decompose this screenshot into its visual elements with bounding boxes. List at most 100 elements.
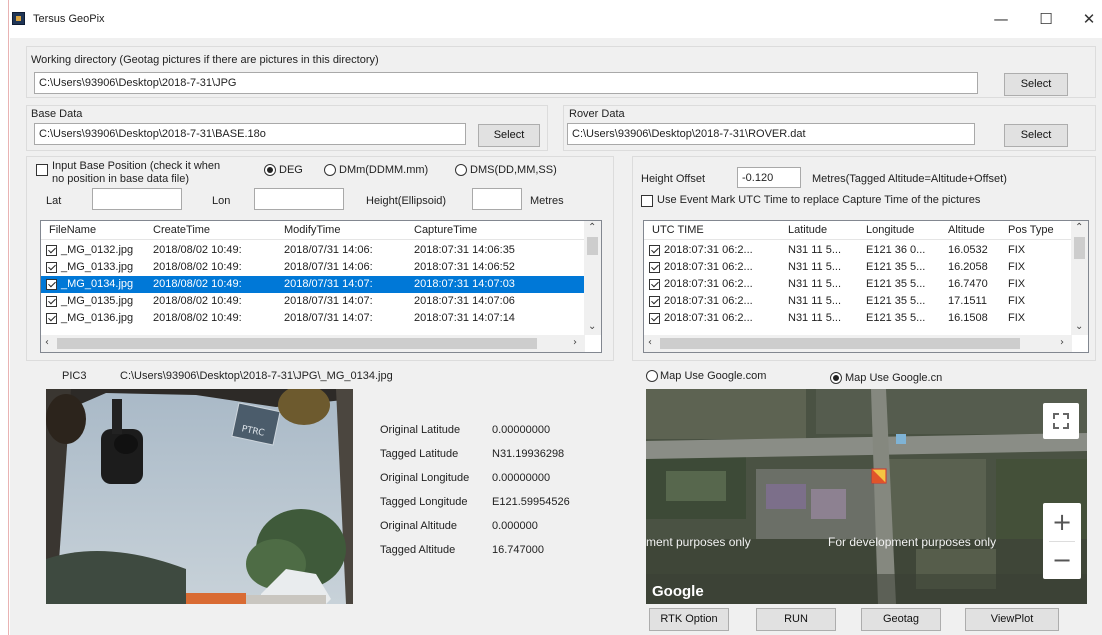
row-checkbox[interactable] (649, 296, 660, 307)
col-latitude[interactable]: Latitude (788, 224, 827, 236)
row-checkbox[interactable] (46, 313, 57, 324)
lat-field[interactable] (92, 188, 182, 210)
geotag-button[interactable]: Geotag (861, 608, 941, 631)
rover-row[interactable]: 2018:07:31 06:2... N31 11 5... E121 35 5… (644, 293, 1088, 310)
rover-data-select-button[interactable]: Select (1004, 124, 1068, 147)
lon-label: Lon (212, 195, 231, 207)
rover-list-hscrollbar[interactable]: ‹ › (644, 335, 1072, 352)
col-longitude[interactable]: Longitude (866, 224, 914, 236)
utc-time: 2018:07:31 06:2... (664, 295, 753, 307)
scroll-right-arrow-icon[interactable]: › (1060, 337, 1064, 348)
working-directory-label: Working directory (Geotag pictures if th… (31, 54, 379, 66)
file-row-selected[interactable]: _MG_0134.jpg 2018/08/02 10:49: 2018/07/3… (41, 276, 585, 293)
longitude: E121 35 5... (866, 295, 926, 307)
row-checkbox[interactable] (649, 245, 660, 256)
row-checkbox[interactable] (649, 313, 660, 324)
original-latitude-value: 0.00000000 (492, 424, 551, 436)
height-offset-note: Metres(Tagged Altitude=Altitude+Offset) (812, 173, 1007, 185)
run-button[interactable]: RUN (756, 608, 836, 631)
scroll-thumb[interactable] (57, 338, 537, 349)
row-checkbox[interactable] (46, 279, 57, 290)
scroll-down-arrow-icon[interactable]: ⌄ (588, 321, 596, 332)
scroll-left-arrow-icon[interactable]: ‹ (45, 337, 49, 348)
title-bar (9, 0, 1102, 38)
format-dmm-radio[interactable] (324, 164, 336, 176)
scroll-up-arrow-icon[interactable]: ⌃ (588, 222, 596, 233)
scroll-thumb[interactable] (587, 237, 598, 255)
scroll-right-arrow-icon[interactable]: › (573, 337, 577, 348)
col-capturetime[interactable]: CaptureTime (414, 224, 477, 236)
file-row[interactable]: _MG_0133.jpg 2018/08/02 10:49: 2018/07/3… (41, 259, 601, 276)
event-mark-checkbox[interactable] (641, 195, 653, 207)
format-deg-radio[interactable] (264, 164, 276, 176)
scroll-up-arrow-icon[interactable]: ⌃ (1075, 222, 1083, 233)
file-row[interactable]: _MG_0136.jpg 2018/08/02 10:49: 2018/07/3… (41, 310, 601, 327)
picture-path: C:\Users\93906\Desktop\2018-7-31\JPG\_MG… (120, 370, 393, 382)
map-google-com-label: Map Use Google.com (660, 370, 767, 382)
file-list-vscrollbar[interactable]: ⌃ ⌄ (584, 221, 601, 335)
maximize-button[interactable]: ☐ (1034, 8, 1058, 30)
utc-time: 2018:07:31 06:2... (664, 261, 753, 273)
base-data-select-button[interactable]: Select (478, 124, 540, 147)
original-altitude-value: 0.000000 (492, 520, 538, 532)
working-directory-select-button[interactable]: Select (1004, 73, 1068, 96)
scroll-thumb[interactable] (660, 338, 1020, 349)
rover-row[interactable]: 2018:07:31 06:2... N31 11 5... E121 36 0… (644, 242, 1088, 259)
col-modifytime[interactable]: ModifyTime (284, 224, 340, 236)
scroll-left-arrow-icon[interactable]: ‹ (648, 337, 652, 348)
file-row[interactable]: _MG_0132.jpg 2018/08/02 10:49: 2018/07/3… (41, 242, 601, 259)
col-createtime[interactable]: CreateTime (153, 224, 210, 236)
file-row[interactable]: _MG_0135.jpg 2018/08/02 10:49: 2018/07/3… (41, 293, 601, 310)
rover-row[interactable]: 2018:07:31 06:2... N31 11 5... E121 35 5… (644, 276, 1088, 293)
col-filename[interactable]: FileName (49, 224, 96, 236)
altitude: 16.7470 (948, 278, 988, 290)
map-view[interactable]: ment purposes only For development purpo… (646, 389, 1087, 604)
file-list-hscrollbar[interactable]: ‹ › (41, 335, 585, 352)
tagged-latitude-value: N31.19936298 (492, 448, 565, 460)
photo-preview: PTRC (46, 389, 353, 604)
map-google-cn-radio[interactable] (830, 372, 842, 384)
scroll-thumb[interactable] (1074, 237, 1085, 259)
rover-data-field[interactable]: C:\Users\93906\Desktop\2018-7-31\ROVER.d… (567, 123, 975, 145)
row-checkbox[interactable] (649, 279, 660, 290)
base-data-field[interactable]: C:\Users\93906\Desktop\2018-7-31\BASE.18… (34, 123, 466, 145)
col-altitude[interactable]: Altitude (948, 224, 985, 236)
pos-type: FIX (1008, 295, 1026, 307)
input-base-position-checkbox[interactable] (36, 164, 48, 176)
modify-time: 2018/07/31 14:07: (284, 278, 373, 290)
pos-type: FIX (1008, 261, 1026, 273)
longitude: E121 36 0... (866, 244, 926, 256)
file-list[interactable]: FileName CreateTime ModifyTime CaptureTi… (40, 220, 602, 353)
row-checkbox[interactable] (649, 262, 660, 273)
close-button[interactable]: ✕ (1077, 8, 1101, 30)
rover-row[interactable]: 2018:07:31 06:2... N31 11 5... E121 35 5… (644, 310, 1088, 327)
height-field[interactable] (472, 188, 522, 210)
scroll-down-arrow-icon[interactable]: ⌄ (1075, 321, 1083, 332)
rover-list-vscrollbar[interactable]: ⌃ ⌄ (1071, 221, 1088, 335)
capture-time: 2018:07:31 14:06:52 (414, 261, 515, 273)
rover-list-header: UTC TIME Latitude Longitude Altitude Pos… (644, 221, 1088, 240)
tagged-longitude-value: E121.59954526 (492, 496, 570, 508)
col-pos-type[interactable]: Pos Type (1008, 224, 1054, 236)
row-checkbox[interactable] (46, 245, 57, 256)
format-dms-label: DMS(DD,MM,SS) (470, 164, 557, 176)
working-directory-field[interactable]: C:\Users\93906\Desktop\2018-7-31\JPG (34, 72, 978, 94)
format-dms-radio[interactable] (455, 164, 467, 176)
height-offset-field[interactable]: -0.120 (737, 167, 801, 188)
row-checkbox[interactable] (46, 296, 57, 307)
fullscreen-button[interactable] (1043, 403, 1079, 439)
col-utc-time[interactable]: UTC TIME (652, 224, 704, 236)
rtk-option-button[interactable]: RTK Option (649, 608, 729, 631)
original-altitude-label: Original Altitude (380, 520, 458, 532)
capture-time: 2018:07:31 14:06:35 (414, 244, 515, 256)
window-title: Tersus GeoPix (33, 13, 105, 25)
viewplot-button[interactable]: ViewPlot (965, 608, 1059, 631)
row-checkbox[interactable] (46, 262, 57, 273)
minimize-button[interactable]: — (989, 8, 1013, 30)
zoom-in-button[interactable]: + (1043, 503, 1081, 541)
zoom-out-button[interactable]: − (1043, 541, 1081, 579)
map-google-com-radio[interactable] (646, 370, 658, 382)
rover-list[interactable]: UTC TIME Latitude Longitude Altitude Pos… (643, 220, 1089, 353)
rover-row[interactable]: 2018:07:31 06:2... N31 11 5... E121 35 5… (644, 259, 1088, 276)
lon-field[interactable] (254, 188, 344, 210)
